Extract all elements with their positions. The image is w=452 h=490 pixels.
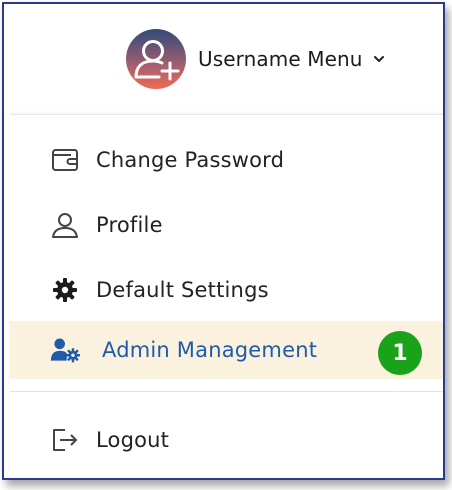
- chevron-down-icon: [373, 53, 385, 65]
- menu-item-label: Change Password: [96, 148, 285, 172]
- menu-item-label: Admin Management: [102, 338, 318, 362]
- step-badge: 1: [378, 331, 422, 375]
- menu-item-logout[interactable]: Logout: [10, 411, 443, 469]
- users-cog-icon: [50, 335, 80, 365]
- user-outline-icon: [50, 210, 80, 240]
- menu-item-label: Logout: [96, 428, 170, 452]
- menu-item-default-settings[interactable]: Default Settings: [10, 261, 443, 319]
- dropdown-screenshot-frame: Username Menu Change Password Profile De…: [2, 2, 445, 480]
- menu-item-admin-management[interactable]: Admin Management 1: [10, 321, 443, 379]
- menu-divider: [10, 391, 443, 392]
- gear-icon: [50, 275, 80, 305]
- menu-item-label: Default Settings: [96, 278, 269, 302]
- menu-item-profile[interactable]: Profile: [10, 196, 443, 254]
- username-label: Username Menu: [198, 47, 363, 71]
- logout-icon: [50, 425, 80, 455]
- dropdown-menu: Change Password Profile Default Settings…: [10, 114, 443, 477]
- username-menu-button[interactable]: Username Menu: [126, 27, 385, 91]
- user-plus-icon: [134, 40, 180, 81]
- menu-item-label: Profile: [96, 213, 163, 237]
- wallet-icon: [50, 145, 80, 175]
- avatar: [126, 29, 186, 89]
- menu-item-change-password[interactable]: Change Password: [10, 131, 443, 189]
